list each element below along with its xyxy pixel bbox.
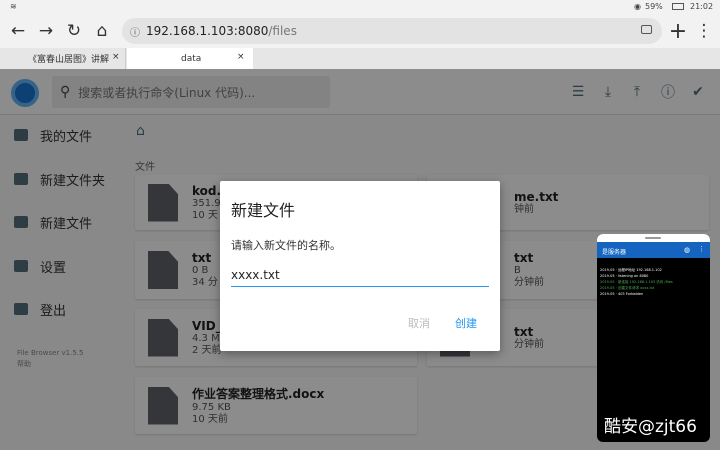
new-file-dialog: 新建文件 请输入新文件的名称。 xxxx.txt 取消 创建	[220, 181, 500, 351]
wifi-icon: ≋	[10, 2, 17, 11]
close-icon[interactable]: ×	[237, 52, 245, 62]
status-battery-text: 59%	[645, 2, 663, 11]
battery-icon	[672, 3, 684, 10]
menu-dots-icon[interactable]: ⋮	[698, 245, 705, 253]
eye-icon: ◉	[634, 2, 641, 11]
tab-strip: 《富春山居图》讲解 × data ×	[0, 48, 720, 69]
floating-server-window[interactable]: 是服务器 ◍ ⋮ 2019-05 · 远程IP地址 192.168.1.102 …	[597, 234, 710, 442]
browser-toolbar: ← → ↻ ⌂ ⓘ 192.168.1.103:8080/files + ⋮	[0, 14, 720, 48]
info-icon: ⓘ	[130, 27, 140, 39]
reload-icon[interactable]: ↻	[60, 14, 88, 48]
server-window-title: 是服务器	[602, 249, 627, 256]
new-tab-plus-icon[interactable]: +	[664, 14, 692, 48]
tab-fuchun[interactable]: 《富春山居图》讲解 ×	[0, 48, 126, 69]
server-log: 2019-05 · 远程IP地址 192.168.1.102 2019-05 ·…	[600, 267, 708, 297]
filename-input[interactable]: xxxx.txt	[231, 264, 489, 287]
log-line: 2019-05 · 403 Forbidden	[600, 292, 644, 296]
drag-handle[interactable]	[645, 237, 661, 239]
dialog-title: 新建文件	[231, 201, 296, 220]
url-host: 192.168.1.103:8080	[146, 24, 269, 38]
address-bar[interactable]: ⓘ 192.168.1.103:8080/files	[122, 18, 662, 44]
home-icon[interactable]: ⌂	[88, 14, 116, 48]
url-path: /files	[268, 24, 297, 38]
dialog-message: 请输入新文件的名称。	[231, 239, 341, 252]
tab-label: 《富春山居图》讲解	[28, 55, 110, 65]
tab-data[interactable]: data ×	[127, 48, 253, 69]
tab-switch-icon[interactable]	[641, 25, 652, 34]
back-arrow-icon[interactable]: ←	[4, 14, 32, 48]
globe-icon[interactable]: ◍	[684, 246, 690, 254]
watermark-text: 酷安@zjt66	[604, 417, 697, 437]
cancel-button[interactable]: 取消	[408, 315, 430, 331]
status-bar: ≋ ◉ 59% 21:02	[0, 0, 720, 14]
create-button[interactable]: 创建	[455, 315, 477, 331]
tab-label: data	[181, 53, 202, 64]
close-icon[interactable]: ×	[112, 52, 120, 62]
window-handle-bar[interactable]	[597, 234, 710, 242]
menu-dots-icon[interactable]: ⋮	[690, 14, 718, 48]
forward-arrow-icon[interactable]: →	[32, 14, 60, 48]
server-window-header: 是服务器 ◍ ⋮	[597, 242, 710, 258]
status-time: 21:02	[690, 2, 714, 11]
